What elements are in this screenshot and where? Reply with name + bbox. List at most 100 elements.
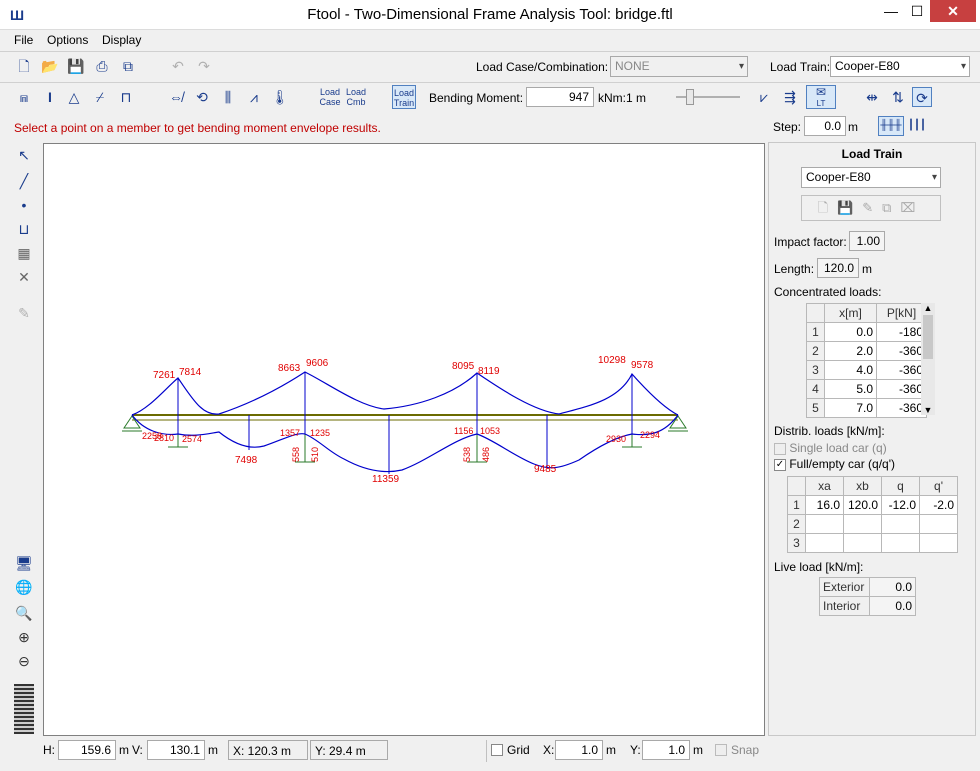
drawing-canvas[interactable]: 7261 7814 8663 9606 8095 8119 10298 9578…	[43, 143, 765, 736]
minimize-button[interactable]: —	[878, 0, 904, 22]
menu-file[interactable]: File	[14, 33, 33, 47]
hinge-icon[interactable]: ⌿	[90, 87, 110, 107]
load-cmb-button[interactable]: Load Cmb	[344, 87, 368, 107]
draw-line-icon[interactable]: ╱	[14, 171, 34, 191]
snap-checkbox[interactable]	[715, 744, 727, 756]
vertical-arrows-icon[interactable]: ⇅	[888, 87, 908, 107]
dimension-icon[interactable]: ⊔	[14, 219, 34, 239]
rotation-icon[interactable]: ⟳	[912, 87, 932, 107]
train-select[interactable]: Cooper-E80 ▾	[801, 167, 941, 188]
table-cell[interactable]: -360	[876, 398, 927, 418]
table-cell[interactable]	[843, 533, 882, 553]
length-input[interactable]: 120.0	[817, 258, 859, 278]
grid-lines-icon[interactable]: ▦	[14, 243, 34, 263]
scroll-thumb[interactable]	[923, 315, 933, 359]
load-case-button[interactable]: Load Case	[318, 87, 342, 107]
load-case-select[interactable]: NONE ▾	[610, 56, 748, 77]
zoom-out-icon[interactable]: ⊖	[14, 651, 34, 671]
table-cell[interactable]: -12.0	[881, 495, 920, 515]
table-cell[interactable]	[805, 514, 844, 534]
edit-train-icon[interactable]: ✎	[862, 200, 882, 215]
redo-icon[interactable]: ↷	[194, 56, 214, 76]
table-cell[interactable]: 120.0	[843, 495, 882, 515]
table-cell[interactable]: -360	[876, 379, 927, 399]
diagram-icon[interactable]: ⩗	[754, 87, 774, 107]
copy-train-icon[interactable]: ⧉	[882, 200, 900, 215]
undo-icon[interactable]: ↶	[168, 56, 188, 76]
table-row[interactable]: 1 0.0 -180	[806, 322, 927, 342]
table-cell[interactable]: -2.0	[919, 495, 958, 515]
linear-load-icon[interactable]: ⩘	[244, 87, 264, 107]
frame-icon[interactable]: ⊓	[116, 87, 136, 107]
globe-icon[interactable]: 🌐	[14, 577, 34, 597]
new-file-icon[interactable]: 🗋	[14, 56, 34, 76]
moment-load-icon[interactable]: ⟲	[192, 87, 212, 107]
close-button[interactable]: ✕	[930, 0, 976, 22]
menu-display[interactable]: Display	[102, 33, 141, 47]
delete-icon[interactable]: ✕	[14, 267, 34, 287]
save-train-icon[interactable]: 💾	[837, 200, 862, 215]
table-cell[interactable]	[843, 514, 882, 534]
h-input[interactable]: 159.6	[58, 740, 116, 760]
table-cell[interactable]: 2.0	[824, 341, 877, 361]
step-ticks-icon[interactable]: ┃┃┃	[906, 118, 928, 134]
table-cell[interactable]: 5.0	[824, 379, 877, 399]
full-car-checkbox[interactable]: ✓	[774, 458, 786, 471]
scroll-down-icon[interactable]: ▼	[921, 405, 935, 415]
table-cell[interactable]: 4.0	[824, 360, 877, 380]
zoom-in-icon[interactable]: ⊕	[14, 627, 34, 647]
table-cell[interactable]: -360	[876, 360, 927, 380]
load-train-button[interactable]: Load Train	[392, 85, 416, 109]
table-row[interactable]: Exterior 0.0	[819, 577, 916, 597]
step-ruler-icon[interactable]: ╫╫╫	[878, 116, 904, 136]
open-folder-icon[interactable]: 📂	[40, 56, 60, 76]
distributed-load-icon[interactable]: ⫼	[218, 87, 238, 107]
table-scrollbar[interactable]: ▲ ▼	[921, 303, 935, 415]
grid-x-input[interactable]: 1.0	[555, 740, 603, 760]
lt-dropdown-button[interactable]: ✉ LT	[806, 85, 836, 109]
maximize-button[interactable]: ☐	[904, 0, 930, 22]
grid-y-input[interactable]: 1.0	[642, 740, 690, 760]
print-icon[interactable]: ⎙	[92, 56, 112, 76]
table-cell[interactable]	[881, 533, 920, 553]
table-row[interactable]: 2	[787, 514, 958, 534]
table-cell[interactable]: 7.0	[824, 398, 877, 418]
menu-options[interactable]: Options	[47, 33, 88, 47]
scale-slider-thumb[interactable]	[686, 89, 694, 105]
new-train-icon[interactable]: 🗋	[818, 200, 837, 215]
table-row[interactable]: 3 4.0 -360	[806, 360, 927, 380]
scroll-up-icon[interactable]: ▲	[921, 303, 935, 313]
table-row[interactable]: Interior 0.0	[819, 596, 916, 616]
triangle-support-icon[interactable]: △	[64, 87, 84, 107]
load-train-select[interactable]: Cooper-E80 ▾	[830, 56, 970, 77]
horizontal-arrows-icon[interactable]: ⇹	[862, 87, 882, 107]
app-icon[interactable]: Ш	[8, 6, 26, 24]
table-cell[interactable]: 0.0	[824, 322, 877, 342]
bending-scale-input[interactable]: 947	[526, 87, 594, 107]
table-row[interactable]: 4 5.0 -360	[806, 379, 927, 399]
section-icon[interactable]: I	[40, 87, 60, 107]
step-input[interactable]: 0.0	[804, 116, 846, 136]
grid-checkbox[interactable]	[491, 744, 503, 756]
single-car-option[interactable]: Single load car (q)	[774, 441, 887, 455]
table-row[interactable]: 1 16.0 120.0 -12.0 -2.0	[787, 495, 958, 515]
interior-value[interactable]: 0.0	[869, 596, 916, 616]
full-car-option[interactable]: ✓ Full/empty car (q/q')	[774, 457, 895, 471]
impact-input[interactable]: 1.00	[849, 231, 885, 251]
copy-icon[interactable]: ⧉	[118, 56, 138, 76]
delete-train-icon[interactable]: ⌧	[900, 200, 924, 215]
table-cell[interactable]: -360	[876, 341, 927, 361]
node-point-icon[interactable]: •	[14, 195, 34, 215]
exterior-value[interactable]: 0.0	[869, 577, 916, 597]
save-icon[interactable]: 💾	[66, 56, 86, 76]
select-cursor-icon[interactable]: ↖	[14, 145, 34, 165]
envelope-icon[interactable]: ⇶	[780, 87, 800, 107]
table-cell[interactable]: -180	[876, 322, 927, 342]
node-load-icon[interactable]: ⇎	[166, 87, 186, 107]
table-row[interactable]: 5 7.0 -360	[806, 398, 927, 418]
model-icon[interactable]: ⩎	[14, 87, 34, 107]
v-input[interactable]: 130.1	[147, 740, 205, 760]
table-row[interactable]: 2 2.0 -360	[806, 341, 927, 361]
table-cell[interactable]	[881, 514, 920, 534]
table-cell[interactable]	[919, 533, 958, 553]
